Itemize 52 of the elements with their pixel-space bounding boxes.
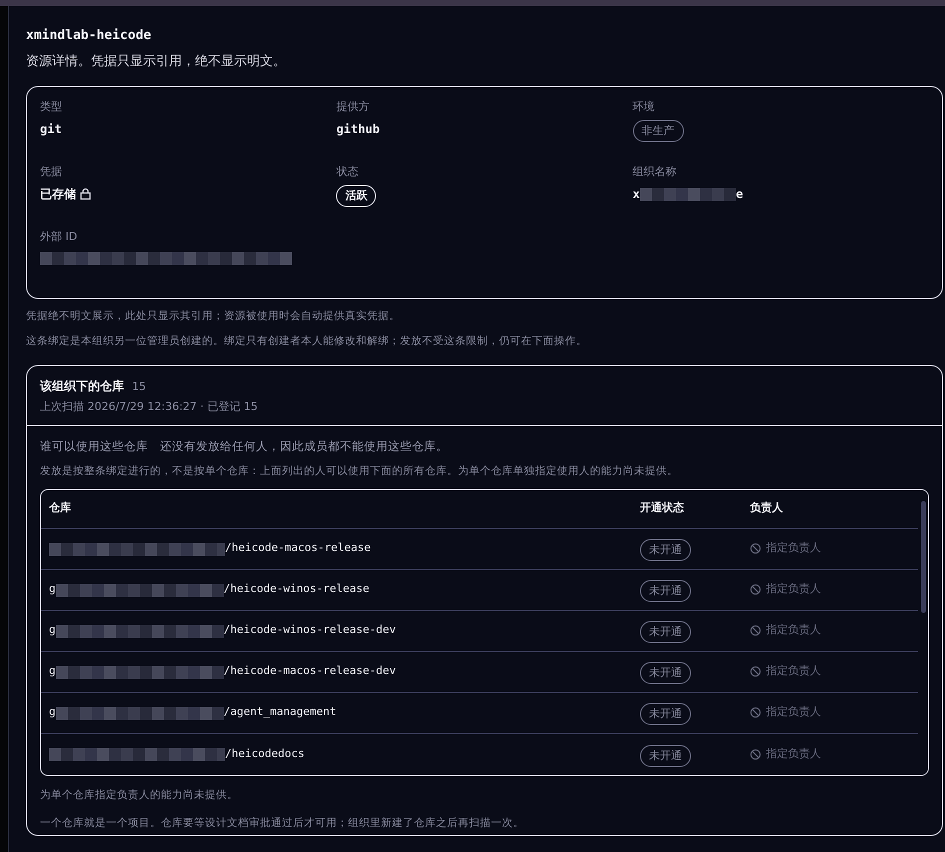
detail-label: 类型 (40, 98, 62, 114)
repo-name: /agent_management (224, 704, 336, 720)
status-badge: 未开通 (640, 744, 691, 766)
status-badge: 未开通 (640, 621, 691, 643)
status-badge: 未开通 (640, 580, 691, 602)
detail-label: 凭据 (40, 164, 62, 180)
detail-value: x (632, 186, 640, 203)
repo-name: /heicodedocs (225, 746, 304, 762)
repo-name: /heicode-macos-release (225, 540, 371, 556)
blocked-icon (750, 584, 761, 595)
repo-count: 15 (132, 378, 146, 394)
scan-info: 上次扫描 2026/7/29 12:36:27 · 已登记 15 (40, 399, 259, 415)
detail-label: 组织名称 (632, 164, 677, 180)
blocked-icon (750, 707, 761, 718)
page-subtitle: 资源详情。凭据只显示引用，绝不显示明文。 (26, 53, 287, 71)
status-badge: 未开通 (640, 703, 691, 725)
section-title: 该组织下的仓库 (40, 378, 124, 394)
blocked-icon (750, 666, 761, 677)
note-text: 这条绑定是本组织另一位管理员创建的。绑定只有创建者本人能修改和解绑；发放不受这条限制，仍可在下面操作。 (26, 334, 588, 348)
access-text: 还没有发放给任何人，因此成员都不能使用这些仓库。 (160, 438, 448, 454)
repo-name: /heicode-winos-release-dev (224, 622, 396, 638)
status-badge: 活跃 (336, 185, 376, 207)
blocked-icon (750, 625, 761, 636)
footer-note: 为单个仓库指定负责人的能力尚未提供。 (40, 788, 239, 802)
detail-label: 提供方 (336, 98, 370, 114)
column-header: 仓库 (48, 500, 72, 516)
repo-name: g (49, 704, 56, 720)
detail-label: 外部 ID (40, 228, 78, 244)
repo-name: g (49, 581, 56, 598)
lock-icon (80, 188, 91, 200)
repo-name: g (49, 622, 56, 638)
status-badge: 未开通 (640, 662, 691, 684)
blocked-icon (750, 748, 761, 760)
repo-name: g (49, 663, 56, 680)
detail-value: 已存储 (40, 186, 76, 203)
hint-text: 发放是按整条绑定进行的，不是按单个仓库：上面列出的人可以使用下面的所有仓库。为单个仓库单独指定使用人的能力尚未提供。 (40, 464, 679, 479)
detail-label: 状态 (336, 164, 358, 180)
status-badge: 非生产 (632, 120, 684, 142)
column-header: 负责人 (750, 500, 783, 516)
footer-note: 一个仓库就是一个项目。仓库要等设计文档审批通过后才可用；组织里新建了仓库之后再扫描一次。 (40, 816, 525, 832)
status-badge: 未开通 (640, 539, 691, 561)
detail-value: github (336, 121, 380, 138)
page-title: xmindlab-heicode (26, 27, 152, 45)
detail-value: git (40, 121, 62, 138)
access-label: 谁可以使用这些仓库 (40, 438, 148, 454)
column-header: 开通状态 (640, 500, 685, 516)
detail-label: 环境 (632, 98, 655, 114)
detail-value: e (736, 186, 744, 203)
note-text: 凭据绝不明文展示，此处只显示其引用；资源被使用时会自动提供真实凭据。 (26, 308, 401, 324)
repo-name: /heicode-winos-release (224, 581, 370, 598)
blocked-icon (750, 543, 761, 554)
repo-name: /heicode-macos-release-dev (224, 663, 396, 680)
